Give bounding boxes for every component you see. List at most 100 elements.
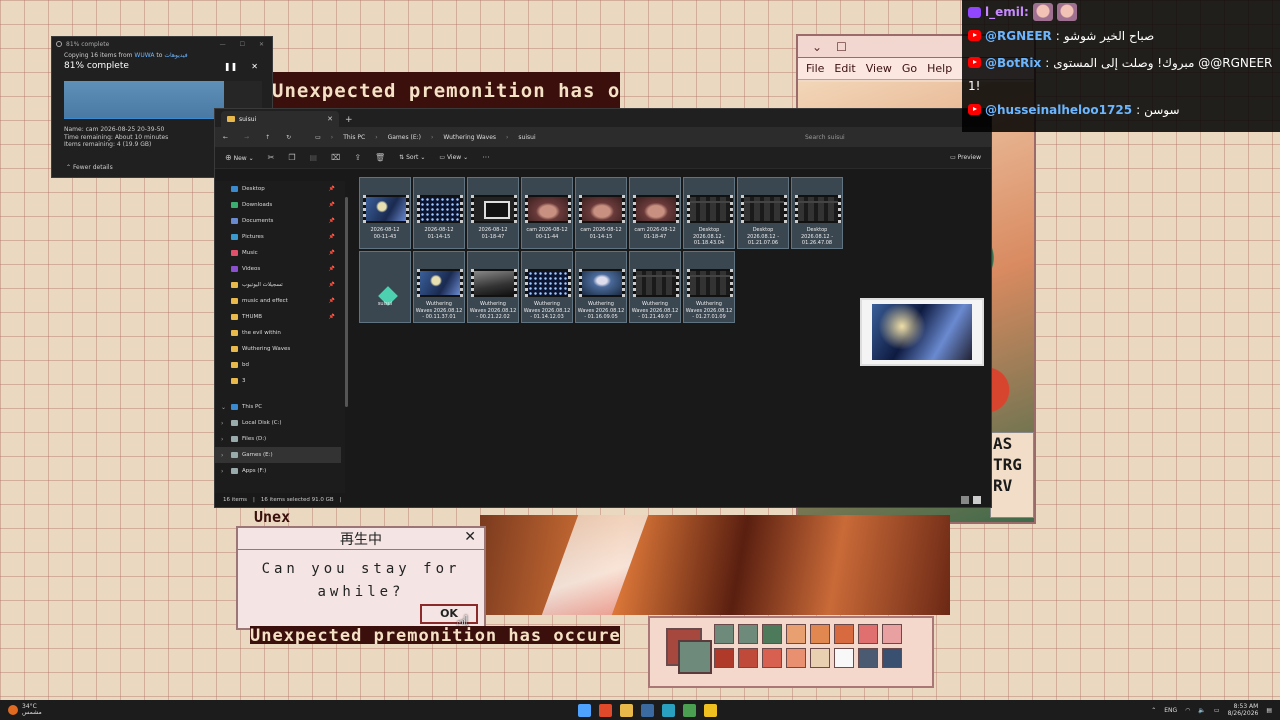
tiles-view-icon[interactable] (973, 496, 981, 504)
file-item[interactable]: Desktop 2026.08.12 - 01.21.07.06 (737, 177, 789, 249)
steam-icon[interactable] (641, 703, 654, 717)
file-item[interactable]: 2026-08-12 01-18-47 (467, 177, 519, 249)
file-item[interactable]: cam 2026-08-12 01-14-15 (575, 177, 627, 249)
more-icon[interactable]: ··· (482, 153, 490, 162)
video-thumbnail (795, 195, 841, 223)
app-icon[interactable] (683, 703, 696, 717)
explorer-toolbar: ⊕ New ⌄ ✂ ❐ ▤ ⌧ ⇪ 🗑 ⇅ Sort ⌄ ▭ View ⌄ ··… (215, 147, 991, 169)
file-item[interactable]: Wuthering Waves 2026.08.12 - 01.21.49.07 (629, 251, 681, 323)
file-item[interactable]: 2026-08-12 01-14-15 (413, 177, 465, 249)
file-item[interactable]: Wuthering Waves 2026.08.12 - 00.21.22.02 (467, 251, 519, 323)
weather-widget[interactable]: 34°C مشمس (0, 703, 42, 717)
address-bar[interactable]: ▭ › This PC › Games (E:) › Wuthering Waves ›… (307, 130, 763, 144)
share-icon[interactable]: ⇪ (354, 153, 361, 162)
file-item[interactable]: 2026-08-12 00-11-43 (359, 177, 411, 249)
back-icon[interactable]: ← (223, 134, 228, 141)
breadcrumb-suisui[interactable]: suisui (518, 134, 535, 141)
file-item[interactable]: Desktop 2026.08.12 - 01.26.47.08 (791, 177, 843, 249)
refresh-icon[interactable]: ↻ (286, 134, 291, 141)
sidebar-item[interactable]: bd (215, 357, 345, 373)
breadcrumb-games[interactable]: Games (E:) (388, 134, 421, 141)
chevron-icon[interactable]: ⌄ (221, 404, 226, 411)
sidebar-item[interactable]: music and effect 📌 (215, 293, 345, 309)
chevron-icon[interactable]: › (221, 436, 223, 443)
battery-icon[interactable]: ▭ (1214, 707, 1220, 714)
sidebar-item[interactable]: Wuthering Waves (215, 341, 345, 357)
rename-icon[interactable]: ⌧ (331, 153, 340, 162)
chevron-icon[interactable]: › (221, 420, 223, 427)
preview-button[interactable]: ▭ Preview (950, 154, 981, 161)
file-item[interactable]: cam 2026-08-12 01-18-47 (629, 177, 681, 249)
sidebar-item[interactable]: Downloads 📌 (215, 197, 345, 213)
nav-scrollbar[interactable] (345, 197, 348, 407)
tab-suisui[interactable]: suisui ✕ (221, 111, 339, 127)
sidebar-item[interactable]: › Files (D:) (215, 431, 345, 447)
sidebar-item[interactable]: › Local Disk (C:) (215, 415, 345, 431)
close-icon[interactable]: ✕ (259, 41, 264, 48)
notifications-icon[interactable]: ▤ (1266, 707, 1272, 714)
copy-dest-link[interactable]: فيديوهات (164, 52, 187, 59)
file-item[interactable]: suisui (359, 251, 411, 323)
sidebar-item[interactable]: Music 📌 (215, 245, 345, 261)
language-indicator[interactable]: ENG (1164, 707, 1177, 714)
sidebar-item[interactable]: Documents 📌 (215, 213, 345, 229)
pause-icon[interactable]: ❚❚ (224, 60, 237, 73)
copy-time: Time remaining: About 10 minutes (64, 133, 169, 141)
folder-icon[interactable] (620, 703, 633, 717)
sidebar-item[interactable]: the evil within (215, 325, 345, 341)
file-item[interactable]: Wuthering Waves 2026.08.12 - 01.27.01.09 (683, 251, 735, 323)
paste-icon[interactable]: ▤ (310, 153, 318, 162)
up-icon[interactable]: ↑ (265, 134, 270, 141)
app-icon[interactable] (662, 703, 675, 717)
pin-icon: 📌 (328, 314, 335, 320)
pin-icon: 📌 (328, 266, 335, 272)
file-type-icon (363, 269, 409, 306)
new-tab-icon[interactable]: + (345, 115, 353, 125)
palette-swatch (858, 648, 878, 668)
sidebar-item[interactable]: ⌄ This PC (215, 399, 345, 415)
file-name: 2026-08-12 01-14-15 (424, 227, 454, 240)
cancel-icon[interactable]: ✕ (251, 60, 258, 73)
clock[interactable]: 8:53 AM 8/26/2026 (1228, 703, 1259, 717)
sidebar-item[interactable]: 3 (215, 373, 345, 389)
details-view-icon[interactable] (961, 496, 969, 504)
wifi-icon[interactable]: ◠ (1185, 707, 1190, 714)
new-button[interactable]: ⊕ New ⌄ (225, 153, 254, 162)
start-icon[interactable] (578, 703, 591, 717)
sidebar-item[interactable]: تسجيلات اليوتيوب 📌 (215, 277, 345, 293)
sidebar-item[interactable]: Desktop 📌 (215, 181, 345, 197)
maximize-icon[interactable]: ☐ (240, 41, 245, 48)
file-item[interactable]: Wuthering Waves 2026.08.12 - 01.16.09.05 (575, 251, 627, 323)
chevron-up-icon[interactable]: ⌃ (1151, 707, 1156, 714)
cut-icon[interactable]: ✂ (268, 153, 275, 162)
file-item[interactable]: cam 2026-08-12 00-11-44 (521, 177, 573, 249)
sidebar-item[interactable]: Pictures 📌 (215, 229, 345, 245)
sort-button[interactable]: ⇅ Sort ⌄ (399, 154, 425, 161)
copy-source-link[interactable]: WUWA (134, 52, 154, 59)
fewer-details-button[interactable]: ⌃ Fewer details (66, 164, 113, 171)
breadcrumb-this-pc[interactable]: This PC (343, 134, 365, 141)
chevron-icon[interactable]: › (221, 452, 223, 459)
file-item[interactable]: Desktop 2026.08.12 - 01.18.43.04 (683, 177, 735, 249)
stream-chat-overlay: l_emil: @RGNEER: صباح الخير شوشو @BotRix… (962, 0, 1280, 132)
volume-icon[interactable]: 🔈 (1198, 707, 1205, 714)
view-button[interactable]: ▭ View ⌄ (439, 154, 468, 161)
chat-text: سوسن (1144, 102, 1180, 117)
preview-label: Preview (957, 154, 981, 161)
sidebar-item[interactable]: › Apps (F:) (215, 463, 345, 479)
sidebar-item[interactable]: THUMB 📌 (215, 309, 345, 325)
file-item[interactable]: Wuthering Waves 2026.08.12 - 00.11.37.01 (413, 251, 465, 323)
file-item[interactable]: Wuthering Waves 2026.08.12 - 01.14.12.03 (521, 251, 573, 323)
delete-icon[interactable]: 🗑 (375, 153, 385, 162)
breadcrumb-wuthering-waves[interactable]: Wuthering Waves (443, 134, 496, 141)
browser-icon[interactable] (599, 703, 612, 717)
minimize-icon[interactable]: — (220, 41, 226, 48)
forward-icon[interactable]: → (244, 134, 249, 141)
search-input[interactable]: Search suisui (797, 130, 987, 144)
chevron-icon[interactable]: › (221, 468, 223, 475)
drive-icon[interactable] (704, 703, 717, 717)
sidebar-item[interactable]: Videos 📌 (215, 261, 345, 277)
close-icon[interactable]: ✕ (327, 115, 333, 123)
copy-icon[interactable]: ❐ (288, 153, 295, 162)
sidebar-item[interactable]: › Games (E:) (215, 447, 341, 463)
